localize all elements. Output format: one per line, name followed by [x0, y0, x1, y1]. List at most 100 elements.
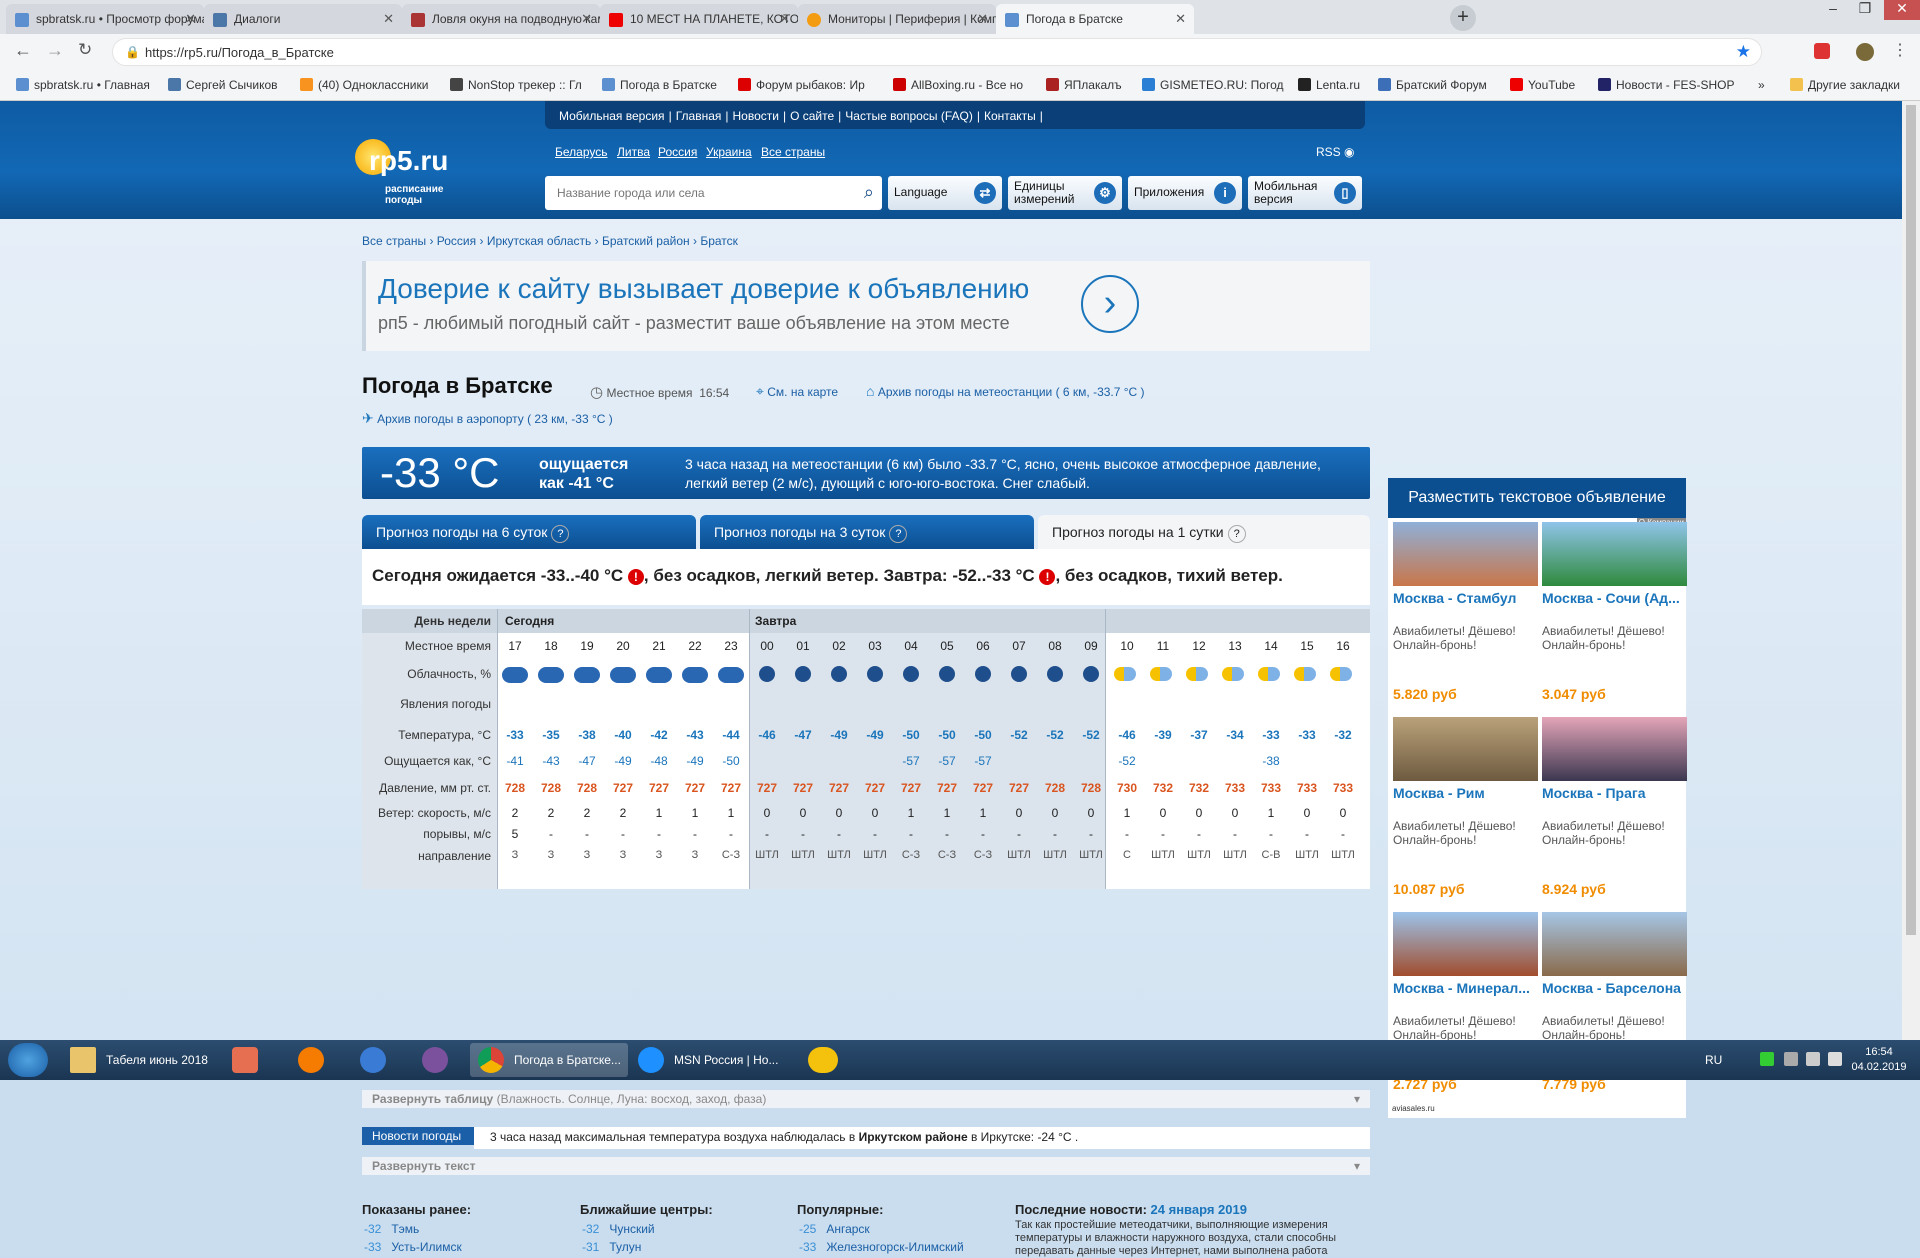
country-link[interactable]: Все страны [761, 145, 825, 159]
country-link[interactable]: Литва [617, 145, 650, 159]
forward-icon[interactable]: → [46, 40, 64, 61]
bookmark-item[interactable]: Сергей Сычиков [168, 78, 278, 92]
bookmark-item[interactable]: spbratsk.ru • Главная [16, 78, 150, 92]
browser-tab[interactable]: Мониторы | Периферия | Комп ✕ [798, 4, 996, 34]
destination-link[interactable]: Москва - Сочи (Ад... [1542, 590, 1687, 606]
rss-link[interactable]: RSS ◉ [1316, 145, 1355, 159]
country-link[interactable]: Украина [706, 145, 752, 159]
tab-forecast-3-days[interactable]: Прогноз погоды на 3 суток? [700, 515, 1034, 549]
tab-forecast-6-days[interactable]: Прогноз погоды на 6 суток? [362, 515, 696, 549]
close-window-button[interactable]: ✕ [1884, 0, 1920, 20]
list-item[interactable]: -33 Усть-Илимск [364, 1240, 462, 1254]
nav-link[interactable]: Новости [733, 109, 779, 123]
flight-ad[interactable]: Москва - Сочи (Ад... Авиабилеты! Дёшево! … [1542, 522, 1687, 702]
list-item[interactable]: -25 Ангарск [799, 1222, 870, 1236]
destination-link[interactable]: Москва - Рим [1393, 785, 1538, 801]
destination-link[interactable]: Москва - Минерал... [1393, 980, 1538, 996]
search-icon[interactable]: ⌕ [864, 182, 874, 203]
destination-image[interactable] [1393, 912, 1538, 976]
taskbar-item[interactable]: Табеля июнь 2018 [62, 1043, 212, 1077]
volume-icon[interactable] [1828, 1052, 1842, 1066]
list-item[interactable]: -31 Тулун [582, 1240, 641, 1254]
flight-ad[interactable]: Москва - Стамбул Авиабилеты! Дёшево! Онла… [1393, 522, 1538, 702]
vertical-scrollbar[interactable] [1902, 101, 1920, 1040]
breadcrumb-link[interactable]: Братский район [602, 234, 690, 248]
firefox-icon[interactable] [298, 1047, 324, 1073]
bookmark-item[interactable]: AllBoxing.ru - Все но [893, 78, 1023, 92]
place-ad-button[interactable]: Разместить текстовое объявление [1388, 478, 1686, 518]
reload-icon[interactable]: ↻ [78, 40, 92, 60]
maximize-button[interactable]: ❐ [1850, 0, 1880, 20]
destination-link[interactable]: Москва - Стамбул [1393, 590, 1538, 606]
nav-link[interactable]: О сайте [790, 109, 834, 123]
destination-image[interactable] [1542, 717, 1687, 781]
breadcrumb-link[interactable]: Иркутская область [487, 234, 592, 248]
airport-archive-link[interactable]: ✈ Архив погоды в аэропорту ( 23 км, -33 … [362, 410, 613, 427]
close-icon[interactable]: ✕ [977, 11, 988, 27]
destination-link[interactable]: Москва - Прага [1542, 785, 1687, 801]
bookmark-item[interactable]: Новости - FES-SHOP [1598, 78, 1734, 92]
browser-tab-active[interactable]: Погода в Братске ✕ [996, 4, 1194, 34]
latest-news-date[interactable]: 24 января 2019 [1151, 1202, 1247, 1217]
flag-icon[interactable] [1784, 1052, 1798, 1066]
city-search[interactable]: ⌕ [545, 176, 882, 210]
flight-ad[interactable]: Москва - Прага Авиабилеты! Дёшево! Онлайн… [1542, 717, 1687, 897]
ad-source[interactable]: aviasales.ru [1392, 1104, 1435, 1113]
destination-image[interactable] [1393, 522, 1538, 586]
nav-link[interactable]: Частые вопросы (FAQ) [845, 109, 973, 123]
bookmark-item[interactable]: ЯПлакалъ [1046, 78, 1122, 92]
destination-image[interactable] [1542, 522, 1687, 586]
tab-forecast-1-day[interactable]: Прогноз погоды на 1 сутки? [1038, 515, 1370, 549]
breadcrumb-link[interactable]: Россия [437, 234, 476, 248]
thunderbird-icon[interactable] [360, 1047, 386, 1073]
site-logo[interactable]: rp5.ru расписание погоды [355, 139, 475, 209]
destination-image[interactable] [1542, 912, 1687, 976]
bookmark-item[interactable]: Форум рыбаков: Ир [738, 78, 865, 92]
nav-link[interactable]: Главная [676, 109, 722, 123]
browser-tab[interactable]: Диалоги ✕ [204, 4, 402, 34]
close-icon[interactable]: ✕ [779, 11, 790, 27]
start-button[interactable] [8, 1043, 48, 1077]
more-bookmarks-button[interactable]: » [1758, 78, 1765, 92]
apps-button[interactable]: Приложения i [1128, 176, 1242, 210]
list-item[interactable]: -33 Железногорск-Илимский [799, 1240, 964, 1254]
list-item[interactable]: -32 Тэмь [364, 1222, 419, 1236]
close-icon[interactable]: ✕ [581, 11, 592, 27]
expand-table-button[interactable]: Развернуть таблицу (Влажность. Солнце, Л… [362, 1090, 1370, 1108]
taskbar-item[interactable]: MSN Россия | Но... [630, 1043, 788, 1077]
media-player-icon[interactable] [232, 1047, 258, 1073]
close-icon[interactable]: ✕ [185, 11, 196, 27]
close-icon[interactable]: ✕ [1175, 11, 1186, 27]
ad-banner[interactable]: Доверие к сайту вызывает доверие к объяв… [362, 261, 1370, 351]
expand-news-button[interactable]: Развернуть текст ▾ [362, 1157, 1370, 1175]
nav-link[interactable]: Контакты [984, 109, 1036, 123]
mobile-version-button[interactable]: Мобильная версия ▯ [1248, 176, 1362, 210]
bookmark-item[interactable]: Погода в Братске [602, 78, 717, 92]
browser-tab[interactable]: 10 МЕСТ НА ПЛАНЕТЕ, КОТОРЫ✕ [600, 4, 798, 34]
nav-link[interactable]: Мобильная версия [559, 109, 665, 123]
help-icon[interactable]: ? [551, 525, 570, 543]
close-icon[interactable]: ✕ [383, 11, 394, 27]
help-icon[interactable]: ? [1227, 525, 1246, 543]
viber-icon[interactable] [422, 1047, 448, 1073]
new-tab-button[interactable]: + [1450, 5, 1476, 31]
bookmark-item[interactable]: YouTube [1510, 78, 1575, 92]
network-icon[interactable] [1806, 1052, 1820, 1066]
station-archive-link[interactable]: ⌂ Архив погоды на метеостанции ( 6 км, -… [866, 383, 1145, 399]
browser-tab[interactable]: Ловля окуня на подводную кам ✕ [402, 4, 600, 34]
tray-icon[interactable] [1760, 1052, 1774, 1066]
bookmark-item[interactable]: (40) Одноклассники [300, 78, 428, 92]
language-indicator[interactable]: RU [1705, 1053, 1722, 1067]
browser-tab[interactable]: spbratsk.ru • Просмотр форума ✕ [6, 4, 204, 34]
map-link[interactable]: ⌖ См. на карте [756, 383, 838, 400]
help-icon[interactable]: ? [889, 525, 908, 543]
back-icon[interactable]: ← [14, 40, 32, 61]
taskbar-item-active[interactable]: Погода в Братске... [470, 1043, 628, 1077]
language-button[interactable]: Language ⇄ [888, 176, 1002, 210]
breadcrumb-link[interactable]: Братск [700, 234, 738, 248]
destination-link[interactable]: Москва - Барселона [1542, 980, 1687, 996]
bookmark-item[interactable]: Lenta.ru [1298, 78, 1360, 92]
clock[interactable]: 16:54 04.02.2019 [1844, 1045, 1914, 1075]
destination-image[interactable] [1393, 717, 1538, 781]
scrollbar-thumb[interactable] [1906, 105, 1916, 935]
